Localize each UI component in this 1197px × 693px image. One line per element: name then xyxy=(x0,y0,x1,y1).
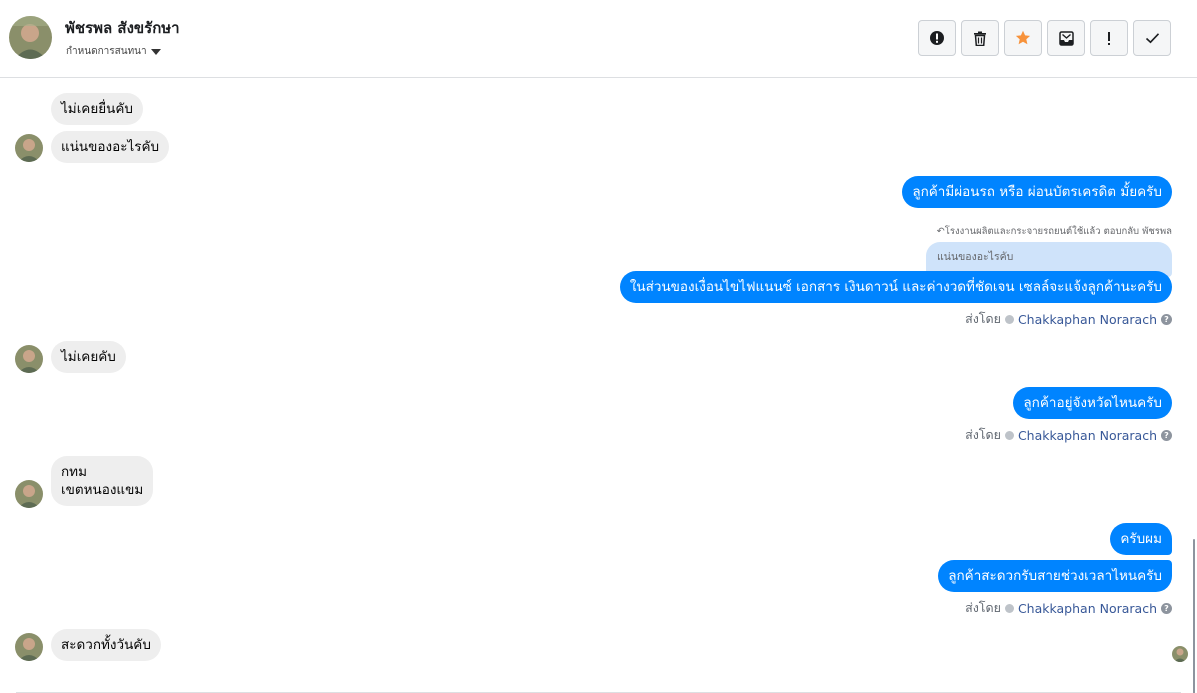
sender-avatar[interactable] xyxy=(15,480,43,508)
message-thread[interactable]: ไม่เคยยื่นคับ แน่นของอะไรคับ ลูกค้ามีผ่อ… xyxy=(0,79,1197,693)
conversation-label-dropdown[interactable]: กำหนดการสนทนา xyxy=(66,44,161,59)
trash-icon xyxy=(974,31,986,46)
delete-button[interactable] xyxy=(961,20,999,56)
alert-circle-icon xyxy=(930,31,944,45)
contact-avatar[interactable] xyxy=(9,16,52,59)
agent-badge-icon xyxy=(1004,314,1014,324)
exclamation-icon xyxy=(1108,31,1110,45)
sent-by-line: ส่งโดย Chakkaphan Norarach ? xyxy=(965,598,1172,618)
mark-done-button[interactable] xyxy=(1133,20,1171,56)
help-icon[interactable]: ? xyxy=(1161,429,1172,441)
agent-name-link[interactable]: Chakkaphan Norarach xyxy=(1018,601,1157,616)
conversation-toolbar xyxy=(918,20,1171,56)
sent-by-label: ส่งโดย xyxy=(965,427,1001,442)
help-icon[interactable]: ? xyxy=(1161,313,1172,325)
outgoing-message[interactable]: ลูกค้าสะดวกรับสายช่วงเวลาไหนครับ xyxy=(938,560,1172,592)
conversation-header: พัชรพล สังขรักษา กำหนดการสนทนา xyxy=(0,0,1197,78)
incoming-message[interactable]: ไม่เคยคับ xyxy=(51,341,126,373)
help-icon[interactable]: ? xyxy=(1161,602,1172,614)
outgoing-message[interactable]: ครับผม xyxy=(1110,523,1172,555)
outgoing-message[interactable]: ในส่วนของเงื่อนไขไฟแนนซ์ เอกสาร เงินดาวน… xyxy=(619,271,1172,303)
sent-by-line: ส่งโดย Chakkaphan Norarach ? xyxy=(965,425,1172,445)
incoming-message[interactable]: สะดวกทั้งวันคับ xyxy=(51,629,161,661)
agent-badge-icon xyxy=(1004,603,1014,613)
reply-context-note: ↶โรงงานผลิตและกระจายรถยนต์ใช้แล้ว ตอบกลั… xyxy=(936,226,1172,237)
agent-name-link[interactable]: Chakkaphan Norarach xyxy=(1018,428,1157,443)
sent-by-label: ส่งโดย xyxy=(965,600,1001,615)
outgoing-message[interactable]: ลูกค้ามีผ่อนรถ หรือ ผ่อนบัตรเครดิต มั้ยค… xyxy=(902,176,1172,208)
check-icon xyxy=(1145,33,1159,44)
sender-avatar[interactable] xyxy=(15,134,43,162)
outgoing-message[interactable]: ลูกค้าอยู่จังหวัดไหนครับ xyxy=(1013,387,1172,419)
incoming-message[interactable]: แน่นของอะไรคับ xyxy=(51,131,170,163)
seen-avatar xyxy=(1172,646,1188,662)
incoming-message[interactable]: กทม เขตหนองแขม xyxy=(51,456,154,506)
star-button[interactable] xyxy=(1004,20,1042,56)
star-icon xyxy=(1015,30,1031,45)
sender-avatar[interactable] xyxy=(15,633,43,661)
sender-avatar[interactable] xyxy=(15,345,43,373)
caret-down-icon xyxy=(150,48,161,55)
incoming-message[interactable]: ไม่เคยยื่นคับ xyxy=(51,93,143,125)
agent-badge-icon xyxy=(1004,430,1014,440)
follow-up-button[interactable] xyxy=(1090,20,1128,56)
scrollbar[interactable] xyxy=(1193,539,1195,693)
agent-name-link[interactable]: Chakkaphan Norarach xyxy=(1018,312,1157,327)
contact-name[interactable]: พัชรพล สังขรักษา xyxy=(65,16,180,40)
archive-icon xyxy=(1058,30,1074,46)
archive-button[interactable] xyxy=(1047,20,1085,56)
message-line: เขตหนองแขม xyxy=(61,482,144,498)
sent-by-line: ส่งโดย Chakkaphan Norarach ? xyxy=(965,309,1172,329)
sent-by-label: ส่งโดย xyxy=(965,311,1001,326)
mark-spam-button[interactable] xyxy=(918,20,956,56)
conversation-label-text: กำหนดการสนทนา xyxy=(66,46,147,57)
message-line: กทม xyxy=(61,464,87,480)
